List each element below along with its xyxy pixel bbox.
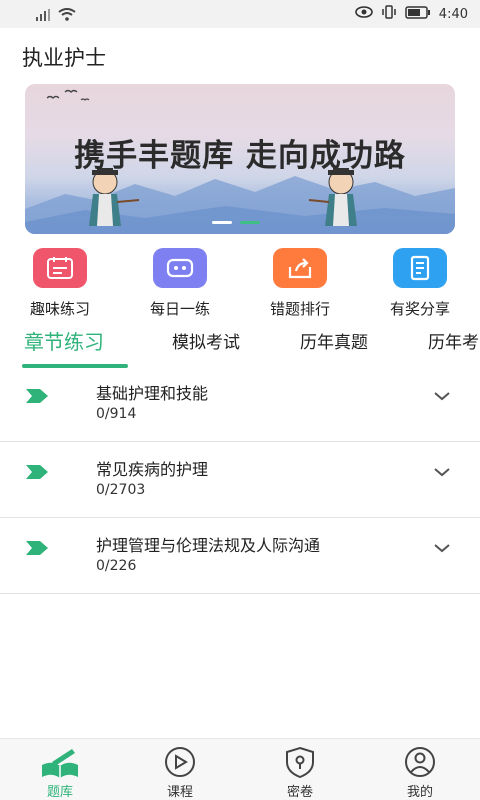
- nav-question-bank[interactable]: 题库: [20, 745, 100, 800]
- nav-secret-papers[interactable]: 密卷: [260, 745, 340, 800]
- nav-profile[interactable]: 我的: [380, 745, 460, 800]
- share-box-icon: [273, 248, 327, 288]
- user-circle-icon: [405, 747, 435, 777]
- chapter-item[interactable]: 常见疾病的护理 0/2703: [0, 442, 480, 518]
- battery-icon: [405, 5, 431, 23]
- quick-action-daily-practice[interactable]: 每日一练: [130, 248, 230, 319]
- chapter-progress: 0/914: [96, 406, 137, 422]
- nav-label: 题库: [46, 785, 73, 800]
- notebook-icon: [393, 248, 447, 288]
- quick-action-label: 趣味练习: [29, 300, 90, 318]
- chapter-title: 常见疾病的护理: [96, 460, 209, 479]
- chapter-item[interactable]: 护理管理与伦理法规及人际沟通 0/226: [0, 518, 480, 594]
- chapter-progress: 0/226: [96, 558, 137, 574]
- quick-action-reward-share[interactable]: 有奖分享: [370, 248, 470, 319]
- bottom-nav: 题库 课程 密卷 我的: [0, 738, 480, 800]
- nav-label: 密卷: [286, 785, 313, 800]
- tab-past-papers[interactable]: 历年真题: [300, 328, 368, 353]
- play-circle-icon: [165, 747, 195, 777]
- page-title: 执业护士: [22, 46, 106, 70]
- signal-icon: [36, 6, 52, 25]
- chevron-down-icon[interactable]: [432, 464, 452, 483]
- status-time: 4:40: [438, 6, 468, 22]
- status-bar: 4:40: [0, 0, 480, 28]
- pager-dot: [212, 221, 232, 224]
- quick-action-label: 错题排行: [269, 300, 330, 318]
- chapter-progress: 0/2703: [96, 482, 146, 498]
- lock-shield-icon: [286, 746, 314, 779]
- robot-face-icon: [153, 248, 207, 288]
- chapter-title: 护理管理与伦理法规及人际沟通: [96, 536, 321, 555]
- nav-label: 课程: [166, 785, 193, 800]
- quick-action-fun-practice[interactable]: 趣味练习: [10, 248, 110, 319]
- tab-past-exams[interactable]: 历年考: [428, 328, 479, 353]
- category-tabs: 章节练习 模拟考试 历年真题 历年考: [0, 328, 480, 368]
- quick-action-label: 每日一练: [149, 300, 210, 318]
- vibrate-icon: [381, 5, 397, 23]
- tab-chapter-practice[interactable]: 章节练习: [24, 326, 104, 355]
- tab-mock-exam[interactable]: 模拟考试: [172, 328, 240, 353]
- banner-slogan: 携手丰题库 走向成功路: [74, 138, 406, 174]
- quick-action-wrong-ranking[interactable]: 错题排行: [250, 248, 350, 319]
- chevron-down-icon[interactable]: [432, 388, 452, 407]
- quick-action-label: 有奖分享: [389, 300, 450, 318]
- pager-dot-active: [240, 221, 260, 224]
- nav-courses[interactable]: 课程: [140, 745, 220, 800]
- chevron-flag-icon: [26, 388, 48, 407]
- book-pen-icon: [42, 749, 78, 778]
- promo-banner[interactable]: 携手丰题库 走向成功路: [25, 84, 455, 234]
- chevron-down-icon[interactable]: [432, 540, 452, 559]
- chevron-flag-icon: [26, 540, 48, 559]
- chapter-title: 基础护理和技能: [96, 384, 209, 403]
- nav-label: 我的: [406, 785, 433, 800]
- eye-icon: [354, 6, 373, 22]
- chevron-flag-icon: [26, 464, 48, 483]
- banner-pager: [212, 221, 260, 224]
- chapter-item[interactable]: 基础护理和技能 0/914: [0, 366, 480, 442]
- wifi-icon: [58, 6, 76, 25]
- calendar-list-icon: [33, 248, 87, 288]
